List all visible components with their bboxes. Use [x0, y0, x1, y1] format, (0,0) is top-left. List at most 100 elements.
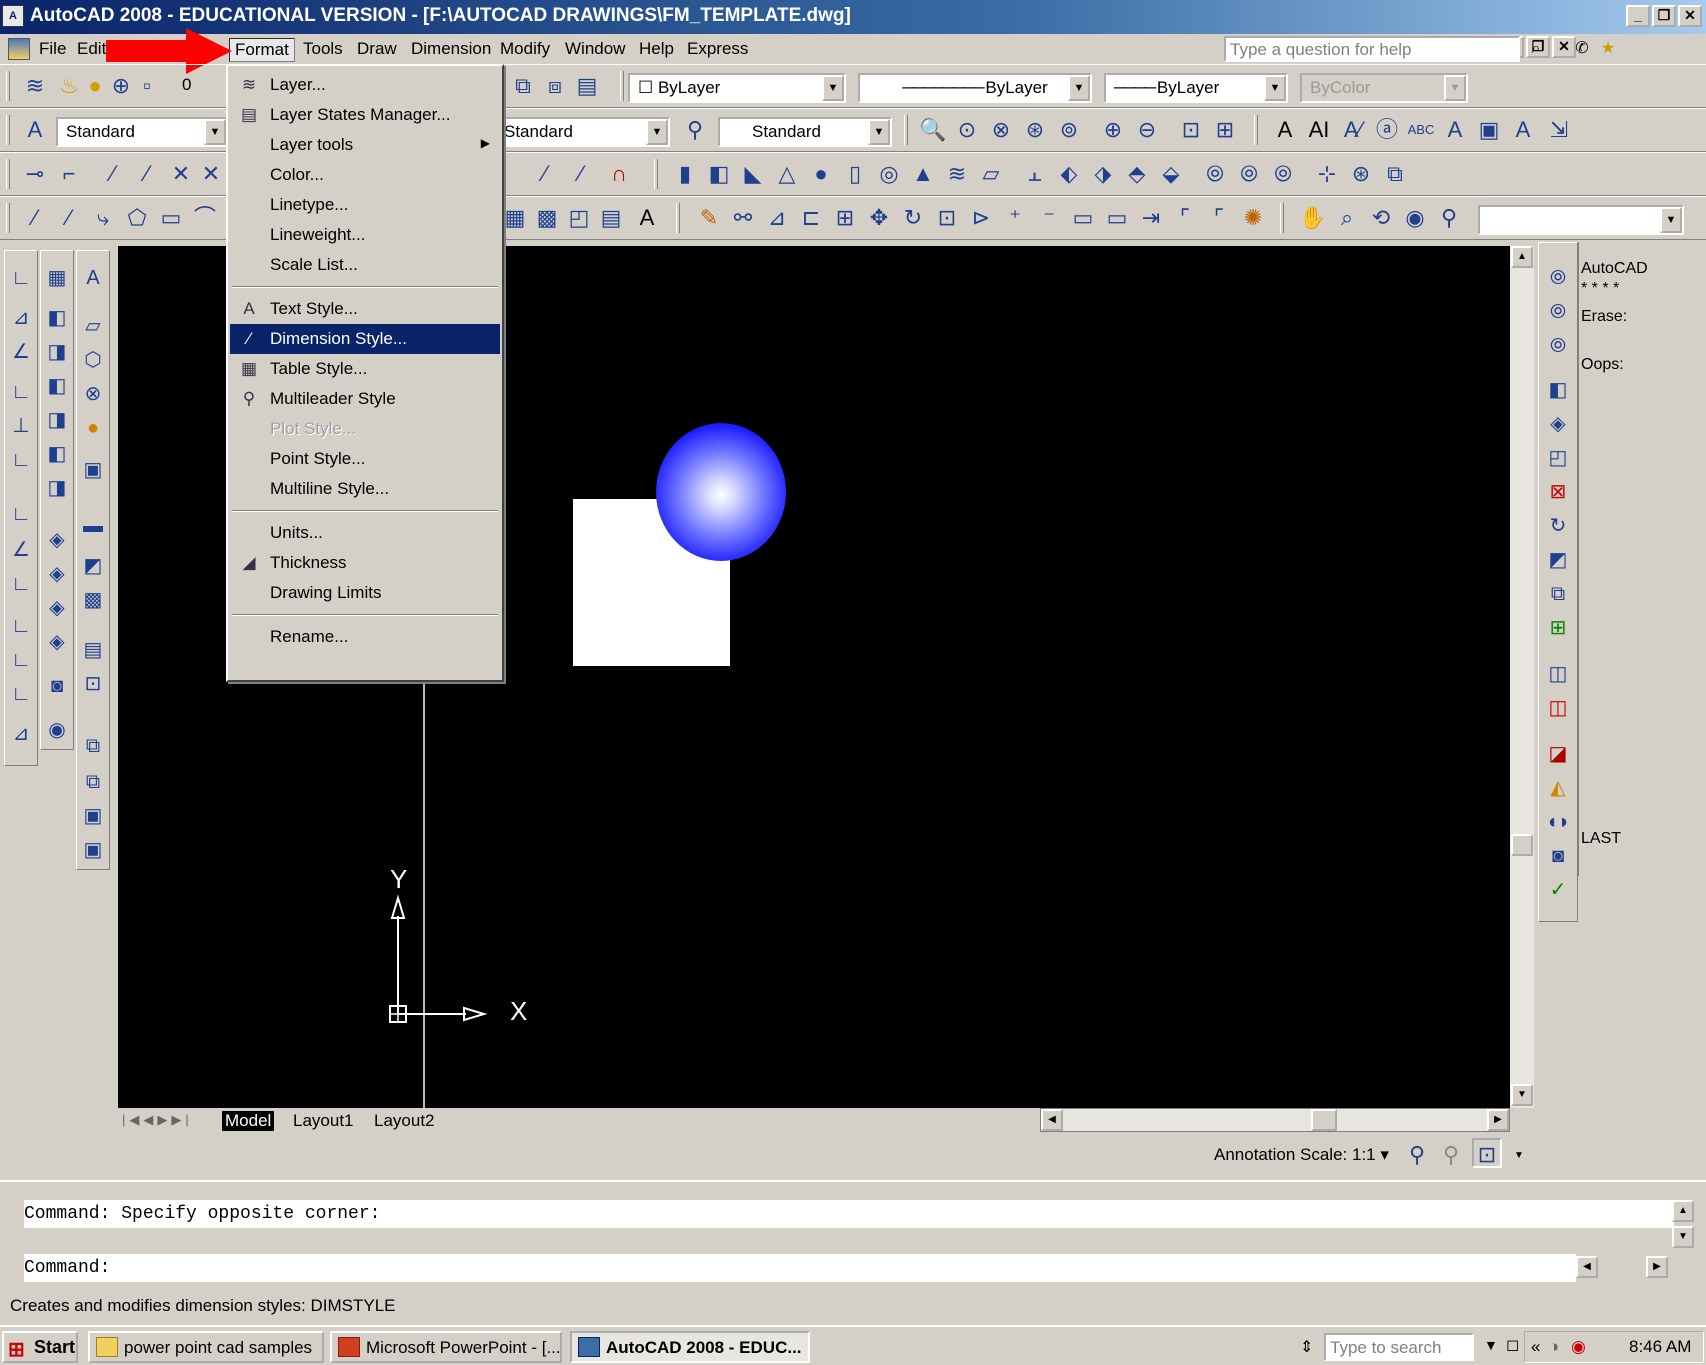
table-style-icon[interactable]: ⚲	[680, 115, 710, 145]
zoom-in-icon[interactable]: ⊕	[1098, 115, 1128, 145]
communication-center-icon[interactable]: ✆	[1570, 37, 1594, 61]
bottom-view-icon[interactable]: ◨	[42, 337, 72, 367]
mtext-icon[interactable]: A	[632, 203, 662, 233]
menu-item-layer-tools[interactable]: Layer tools ▶	[230, 130, 500, 160]
help-search-input[interactable]: Type a question for help	[1224, 36, 1520, 62]
menu-help[interactable]: Help	[634, 38, 679, 60]
layer-properties-icon[interactable]: ≋	[20, 71, 50, 101]
vertical-scrollbar[interactable]: ▲ ▼	[1510, 246, 1534, 1108]
rectangle-icon[interactable]: ▭	[156, 203, 186, 233]
text-style-control[interactable]: Standard ▼	[56, 117, 228, 147]
zoom-dynamic-icon[interactable]: ⊗	[986, 115, 1016, 145]
construction-line-icon[interactable]: ⁄	[54, 203, 84, 233]
mirror-icon[interactable]: ⊿	[762, 203, 792, 233]
union-icon[interactable]: ⦾	[1200, 159, 1230, 189]
restore-button[interactable]: ❐	[1652, 5, 1676, 27]
visual-style-icon[interactable]: ⬡	[78, 345, 108, 375]
table-style-control[interactable]: Standard ▼	[718, 117, 892, 147]
nw-iso-icon[interactable]: ◈	[42, 627, 72, 657]
menu-tools[interactable]: Tools	[298, 38, 348, 60]
chevron-down-icon[interactable]: ▼	[1660, 207, 1682, 233]
separate-icon[interactable]: ◖◗	[1543, 807, 1573, 837]
zoom-realtime-icon[interactable]: ⌕	[1332, 203, 1362, 233]
subtract-icon[interactable]: ⦾	[1543, 297, 1573, 327]
arc-icon[interactable]: ⌒	[190, 203, 220, 233]
named-views-control[interactable]: ▼	[1478, 205, 1684, 235]
layer-match-icon[interactable]: ▤	[572, 71, 602, 101]
join-icon[interactable]: ⇥	[1136, 203, 1166, 233]
move-icon[interactable]: ✥	[864, 203, 894, 233]
scroll-up-icon[interactable]: ▲	[1511, 246, 1533, 268]
walk-icon[interactable]: ⚲	[1434, 203, 1464, 233]
single-line-text-icon[interactable]: AI	[1304, 115, 1334, 145]
snap-none-icon[interactable]: ⁄	[566, 159, 596, 189]
intersect-icon[interactable]: ⦾	[1268, 159, 1298, 189]
menu-item-thickness[interactable]: ◢ Thickness	[230, 548, 500, 578]
ucs-apply-icon[interactable]: ⊿	[6, 719, 36, 749]
status-menu-icon[interactable]: ▼	[1514, 1150, 1524, 1161]
scroll-right-icon[interactable]: ▶	[1646, 1256, 1668, 1278]
shell-icon[interactable]: ◙	[1543, 841, 1573, 871]
chevron-down-icon[interactable]: ▼	[868, 119, 890, 145]
scale-icon[interactable]: ⊡	[932, 203, 962, 233]
task-autocad[interactable]: AutoCAD 2008 - EDUC...	[570, 1331, 810, 1363]
array-icon[interactable]: ⊞	[830, 203, 860, 233]
pan-icon[interactable]: ✋	[1298, 203, 1328, 233]
menu-item-units[interactable]: Units...	[230, 518, 500, 548]
tab-navigation-icon[interactable]: |◀◀▶▶|	[122, 1112, 193, 1128]
line-icon[interactable]: ⁄	[20, 203, 50, 233]
apparent-intersection-icon[interactable]: ✕	[196, 159, 226, 189]
dim-style-control[interactable]: Standard ▼	[494, 117, 670, 147]
area-icon[interactable]: ◩	[78, 551, 108, 581]
offset-icon[interactable]: ⊏	[796, 203, 826, 233]
dimension-aligned-icon[interactable]: ⌐	[54, 159, 84, 189]
ucs-x-icon[interactable]: ∟	[6, 611, 36, 641]
extrude-icon[interactable]: ⫠	[1020, 159, 1050, 189]
tab-layout1[interactable]: Layout1	[293, 1111, 354, 1131]
autocad-icon[interactable]: A	[2, 5, 24, 27]
menu-modify[interactable]: Modify	[495, 38, 555, 60]
orbit-icon[interactable]: ◉	[42, 715, 72, 745]
rotate-faces-icon[interactable]: ↻	[1543, 511, 1573, 541]
polysolid-icon[interactable]: ▮	[670, 159, 700, 189]
chevron-down-icon[interactable]: ▼	[204, 119, 226, 145]
3d-rotate-icon[interactable]: ⊛	[1346, 159, 1376, 189]
taper-faces-icon[interactable]: ◩	[1543, 545, 1573, 575]
break-at-point-icon[interactable]: ▭	[1102, 203, 1132, 233]
clock[interactable]: 8:46 AM	[1629, 1337, 1691, 1357]
delete-faces-icon[interactable]: ⊠	[1543, 477, 1573, 507]
osnap-settings-icon[interactable]: ⁄	[530, 159, 560, 189]
menu-item-lineweight[interactable]: Lineweight...	[230, 220, 500, 250]
copy-edges-icon[interactable]: ◫	[1543, 659, 1573, 689]
menu-format[interactable]: Format	[229, 38, 295, 62]
linetype-control[interactable]: ──────── ByLayer ▼	[858, 73, 1092, 103]
measure-icon[interactable]: ▬	[78, 511, 108, 541]
materials-icon[interactable]: ●	[78, 413, 108, 443]
rotate-icon[interactable]: ↻	[898, 203, 928, 233]
ne-iso-icon[interactable]: ◈	[42, 593, 72, 623]
ucs-object-icon[interactable]: ⊥	[6, 411, 36, 441]
convert-space-icon[interactable]: ⇲	[1544, 115, 1574, 145]
move-faces-icon[interactable]: ◈	[1543, 409, 1573, 439]
hatch-icon[interactable]: ▦	[500, 203, 530, 233]
planar-surface-icon[interactable]: ▱	[976, 159, 1006, 189]
extend-icon[interactable]: ⁻	[1034, 203, 1064, 233]
ucs-zaxis-icon[interactable]: ∠	[6, 535, 36, 565]
clean-icon[interactable]: ◭	[1543, 773, 1573, 803]
toolbar-lock-icon[interactable]: ⊡	[1472, 1138, 1502, 1168]
perpendicular-icon[interactable]: ⁄	[132, 159, 162, 189]
menu-dimension[interactable]: Dimension	[406, 38, 496, 60]
edit-text-icon[interactable]: A⁄	[1338, 115, 1368, 145]
menu-item-text-style[interactable]: A Text Style...	[230, 294, 500, 324]
search-options-icon[interactable]: ⇕	[1300, 1337, 1313, 1357]
explode-icon[interactable]: ✺	[1238, 203, 1268, 233]
paste-icon[interactable]: ⧉	[78, 767, 108, 797]
mass-properties-icon[interactable]: ▩	[78, 585, 108, 615]
dimension-linear-icon[interactable]: ⊸	[20, 159, 50, 189]
box-icon[interactable]: ◧	[704, 159, 734, 189]
gradient-icon[interactable]: ▩	[532, 203, 562, 233]
subtract-icon[interactable]: ⦾	[1234, 159, 1264, 189]
spelling-icon[interactable]: ABC	[1406, 115, 1436, 145]
favorites-icon[interactable]: ★	[1596, 37, 1620, 61]
expand-tray-icon[interactable]: «	[1531, 1337, 1540, 1357]
